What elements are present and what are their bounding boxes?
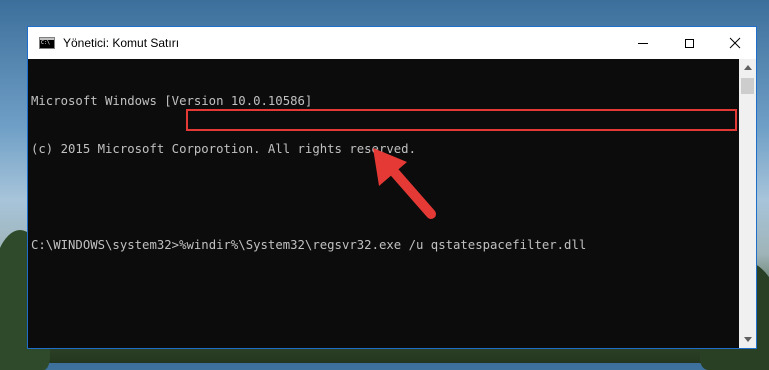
maximize-icon <box>684 38 694 48</box>
command-text[interactable]: %windir%\System32\regsvr32.exe /u qstate… <box>179 238 586 252</box>
close-icon <box>729 37 741 49</box>
command-line: C:\WINDOWS\system32>%windir%\System32\re… <box>31 237 739 253</box>
command-highlight-box <box>186 109 737 131</box>
scroll-thumb[interactable] <box>741 78 754 94</box>
prompt-text: C:\WINDOWS\system32> <box>31 238 180 252</box>
chevron-up-icon <box>743 65 752 70</box>
scroll-up-button[interactable] <box>739 59 756 76</box>
minimize-button[interactable] <box>620 27 666 59</box>
cmd-icon <box>39 37 55 49</box>
maximize-button[interactable] <box>666 27 712 59</box>
vertical-scrollbar[interactable] <box>739 59 756 348</box>
console-line: Microsoft Windows [Version 10.0.10586] <box>31 94 313 108</box>
minimize-icon <box>638 42 648 44</box>
chevron-down-icon <box>743 337 752 342</box>
window-title: Yönetici: Komut Satırı <box>63 36 180 50</box>
scroll-down-button[interactable] <box>739 331 756 348</box>
close-button[interactable] <box>712 27 758 59</box>
pointer-arrow-icon <box>373 148 436 219</box>
title-bar[interactable]: Yönetici: Komut Satırı <box>28 27 756 59</box>
